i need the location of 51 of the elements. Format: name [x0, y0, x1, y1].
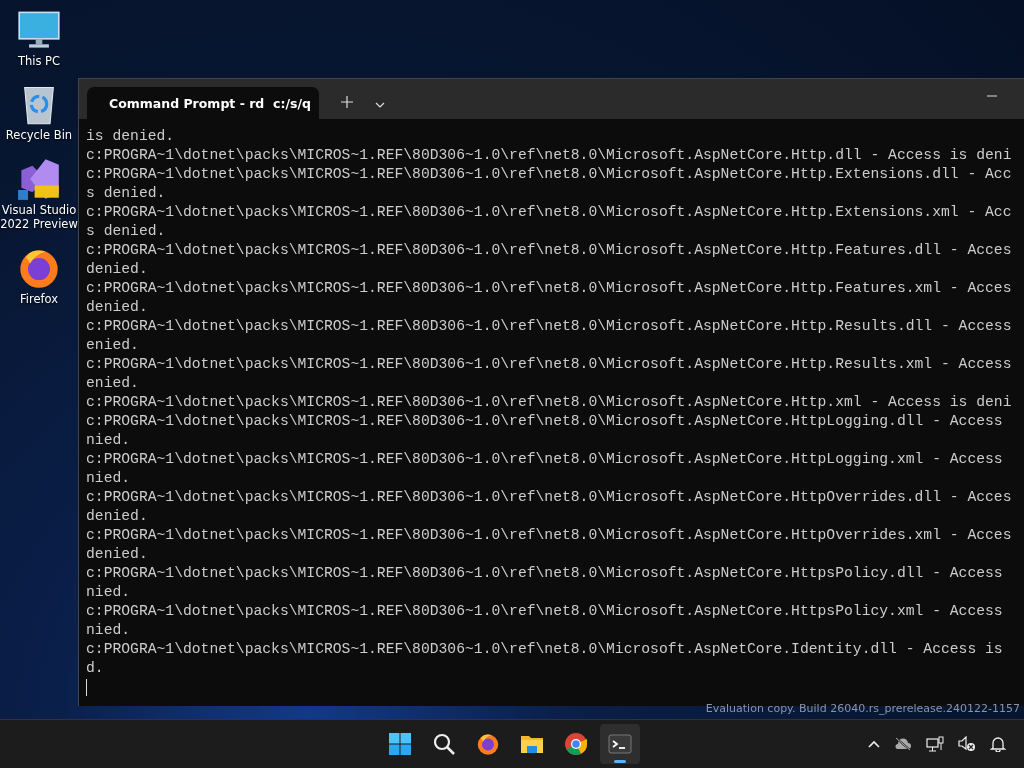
taskbar-button[interactable]	[600, 724, 640, 764]
terminal-line: nied.	[86, 583, 131, 602]
chrome-icon	[564, 732, 588, 756]
desktop-icon-label[interactable]: Recycle Bin	[5, 128, 73, 143]
terminal-line: c:PROGRA~1\dotnet\packs\MICROS~1.REF\80D306~1.0\ref\net8.0\Microsoft.AspNetCore.Http.dll - Access is deni	[86, 146, 1012, 165]
firefox-icon	[476, 732, 500, 756]
terminal-line: enied.	[86, 374, 139, 393]
terminal-line: c:PROGRA~1\dotnet\packs\MICROS~1.REF\80D306~1.0\ref\net8.0\Microsoft.AspNetCore.HttpsPolicy.xml - Access	[86, 602, 1003, 621]
terminal-line: c:PROGRA~1\dotnet\packs\MICROS~1.REF\80D306~1.0\ref\net8.0\Microsoft.AspNetCore.Http.Features.dll - Acces	[86, 241, 1012, 260]
chevron-up-icon[interactable]	[868, 740, 880, 748]
terminal-tab[interactable]: Command Prompt - rd c:/s/q	[87, 87, 319, 119]
terminal-line: c:PROGRA~1\dotnet\packs\MICROS~1.REF\80D306~1.0\ref\net8.0\Microsoft.AspNetCore.Http.Extensions.dll - Acc	[86, 165, 1012, 184]
terminal-line: nied.	[86, 621, 131, 640]
terminal-line: nied.	[86, 431, 131, 450]
terminal-line: c:PROGRA~1\dotnet\packs\MICROS~1.REF\80D306~1.0\ref\net8.0\Microsoft.AspNetCore.Http.Results.dll - Access	[86, 317, 1012, 336]
terminal-line: c:PROGRA~1\dotnet\packs\MICROS~1.REF\80D306~1.0\ref\net8.0\Microsoft.AspNetCore.Http.Features.xml - Acces	[86, 279, 1012, 298]
terminal-line: c:PROGRA~1\dotnet\packs\MICROS~1.REF\80D306~1.0\ref\net8.0\Microsoft.AspNetCore.HttpOverrides.dll - Acces	[86, 488, 1012, 507]
terminal-line: d.	[86, 659, 104, 678]
terminal-line: c:PROGRA~1\dotnet\packs\MICROS~1.REF\80D306~1.0\ref\net8.0\Microsoft.AspNetCore.HttpOverrides.xml - Acces	[86, 526, 1012, 545]
terminal-line: denied.	[86, 260, 148, 279]
terminal-line: c:PROGRA~1\dotnet\packs\MICROS~1.REF\80D306~1.0\ref\net8.0\Microsoft.AspNetCore.HttpLogging.dll - Access	[86, 412, 1003, 431]
terminal-line: c:PROGRA~1\dotnet\packs\MICROS~1.REF\80D306~1.0\ref\net8.0\Microsoft.AspNetCore.Identity.dll - Access is	[86, 640, 1003, 659]
terminal-line: c:PROGRA~1\dotnet\packs\MICROS~1.REF\80D306~1.0\ref\net8.0\Microsoft.AspNetCore.Http.xml - Access is deni	[86, 393, 1012, 412]
text-cursor	[86, 679, 87, 696]
cloud-off-icon[interactable]	[894, 737, 912, 751]
speaker-muted-icon[interactable]	[958, 736, 976, 752]
evaluation-notice: Evaluation copy. Build 26040.rs_prerelease.240122-1157	[705, 702, 1020, 715]
terminal-line: denied.	[86, 298, 148, 317]
chevron-down-icon[interactable]	[375, 102, 385, 108]
terminal-line: is denied.	[86, 127, 175, 146]
search-icon	[432, 732, 456, 756]
terminal-line: denied.	[86, 507, 148, 526]
terminal-line: c:PROGRA~1\dotnet\packs\MICROS~1.REF\80D306~1.0\ref\net8.0\Microsoft.AspNetCore.HttpsPolicy.dll - Access	[86, 564, 1003, 583]
plus-icon[interactable]	[341, 96, 353, 108]
desktop-icon-label[interactable]: Visual Studio 2022 Preview	[0, 202, 78, 232]
terminal-line: c:PROGRA~1\dotnet\packs\MICROS~1.REF\80D306~1.0\ref\net8.0\Microsoft.AspNetCore.HttpLogging.xml - Access	[86, 450, 1003, 469]
network-icon[interactable]	[926, 736, 944, 752]
visual-studio-icon	[17, 156, 61, 201]
terminal-line: enied.	[86, 336, 139, 355]
bell-icon[interactable]	[990, 736, 1006, 752]
terminal-icon	[608, 732, 632, 756]
terminal-line: denied.	[86, 545, 148, 564]
desktop-icon-label[interactable]: Firefox	[19, 291, 59, 306]
windows-logo-icon	[388, 732, 412, 756]
terminal-line: s denied.	[86, 184, 166, 203]
terminal-line: s denied.	[86, 222, 166, 241]
desktop-icon-label[interactable]: This PC	[17, 54, 61, 69]
terminal-line: c:PROGRA~1\dotnet\packs\MICROS~1.REF\80D306~1.0\ref\net8.0\Microsoft.AspNetCore.Http.Results.xml - Access	[86, 355, 1012, 374]
terminal-line: c:PROGRA~1\dotnet\packs\MICROS~1.REF\80D306~1.0\ref\net8.0\Microsoft.AspNetCore.Http.Extensions.xml - Acc	[86, 203, 1012, 222]
active-indicator	[614, 760, 626, 763]
terminal-line: nied.	[86, 469, 131, 488]
